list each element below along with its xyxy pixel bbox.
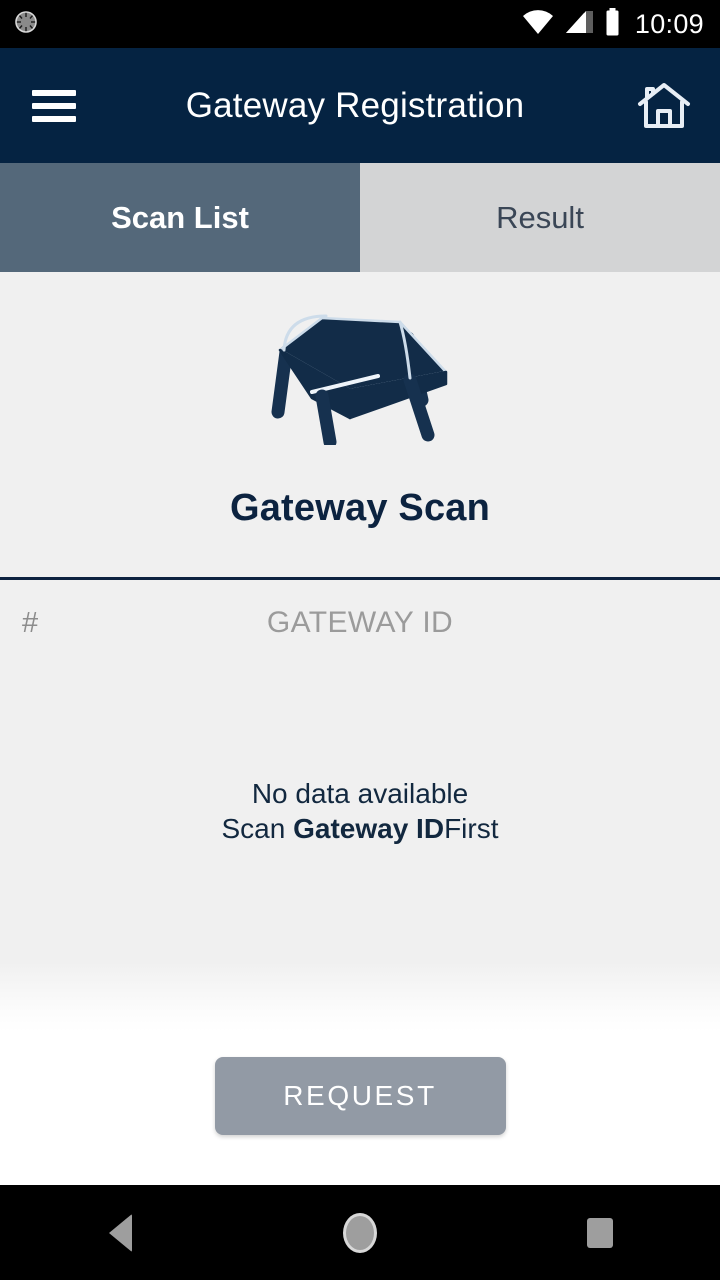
recents-square-icon: [587, 1217, 613, 1248]
back-triangle-icon: [108, 1213, 132, 1252]
tab-result[interactable]: Result: [360, 163, 720, 272]
home-button[interactable]: [300, 1185, 420, 1280]
home-circle-icon: [343, 1212, 377, 1253]
hamburger-menu-icon[interactable]: [32, 89, 76, 122]
empty-state-suffix: First: [444, 813, 499, 844]
battery-icon: [604, 7, 621, 41]
app-root: 10:09 Gateway Registration Scan List Res…: [0, 0, 720, 1280]
tab-bar: Scan List Result: [0, 163, 720, 272]
scan-list-table: # GATEWAY ID: [0, 577, 720, 666]
main-content: Gateway Scan # GATEWAY ID No data availa…: [0, 272, 720, 1185]
recents-button[interactable]: [540, 1185, 660, 1280]
tab-result-label: Result: [496, 199, 584, 235]
empty-state-line-2: Scan Gateway IDFirst: [0, 811, 720, 846]
empty-state-prefix: Scan: [221, 813, 294, 844]
hero-section: Gateway Scan: [0, 272, 720, 530]
footer-actions: REQUEST: [0, 1057, 720, 1185]
hero-title: Gateway Scan: [229, 487, 491, 529]
gateway-device-icon: [250, 300, 470, 449]
tab-scan-list[interactable]: Scan List: [0, 163, 360, 272]
wifi-icon: [522, 9, 554, 40]
back-button[interactable]: [60, 1185, 180, 1280]
empty-state-line-1: No data available: [251, 778, 469, 809]
app-bar: Gateway Registration: [0, 48, 720, 163]
status-bar-left: [12, 8, 40, 41]
status-bar-right: 10:09: [522, 7, 704, 41]
table-header-row: # GATEWAY ID: [0, 580, 720, 666]
column-header-index: #: [22, 606, 39, 639]
status-clock: 10:09: [634, 8, 704, 39]
android-nav-bar: [0, 1185, 720, 1280]
request-button[interactable]: REQUEST: [214, 1057, 506, 1135]
progress-spinner-icon: [12, 8, 40, 41]
cellular-signal-icon: [564, 9, 594, 40]
empty-state-message: No data available Scan Gateway IDFirst: [0, 776, 720, 846]
column-header-gateway-id: GATEWAY ID: [266, 606, 454, 639]
empty-state-strong: Gateway ID: [293, 813, 445, 844]
page-title: Gateway Registration: [185, 85, 525, 125]
home-icon[interactable]: [634, 76, 694, 136]
tab-scan-list-label: Scan List: [111, 199, 249, 235]
status-bar: 10:09: [0, 0, 720, 48]
